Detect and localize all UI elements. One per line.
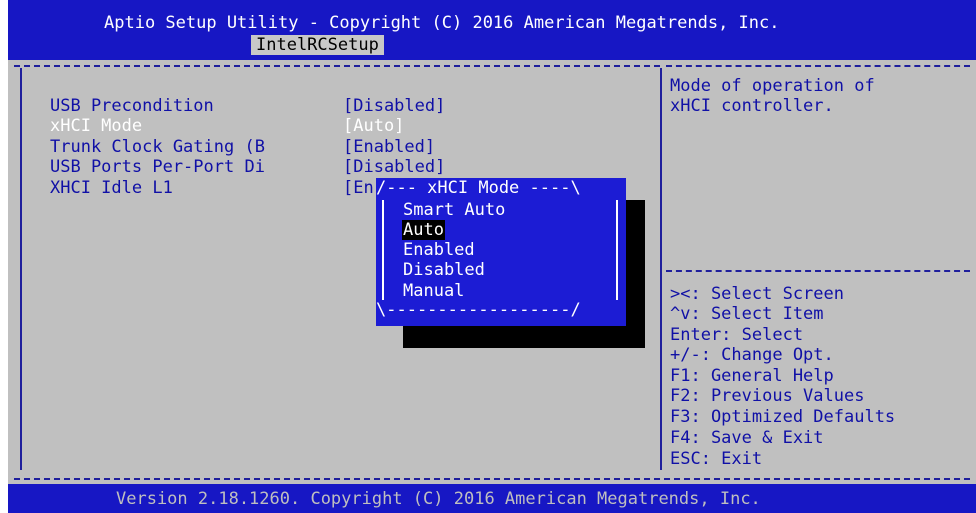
setting-usb-precondition-value[interactable]: [Disabled] bbox=[343, 96, 445, 116]
key-hint-save-exit: F4: Save & Exit bbox=[670, 428, 824, 448]
setting-usb-ports-per-port-label[interactable]: USB Ports Per-Port Di bbox=[50, 157, 265, 177]
popup-right-border bbox=[616, 200, 618, 300]
right-top-divider bbox=[666, 65, 970, 67]
setting-xhci-idle-l1-label[interactable]: XHCI Idle L1 bbox=[50, 178, 173, 198]
key-hint-change-opt: +/-: Change Opt. bbox=[670, 345, 834, 365]
popup-option-manual[interactable]: Manual bbox=[402, 281, 465, 301]
left-top-divider bbox=[14, 65, 660, 67]
help-divider bbox=[666, 270, 970, 272]
status-bar: Version 2.18.1260. Copyright (C) 2016 Am… bbox=[8, 484, 976, 513]
key-hint-select-screen: ><: Select Screen bbox=[670, 284, 844, 304]
popup-option-auto[interactable]: Auto bbox=[402, 220, 445, 240]
popup-option-disabled[interactable]: Disabled bbox=[402, 260, 486, 280]
popup-bottom-border: \------------------/ bbox=[376, 300, 581, 320]
version-footer: Version 2.18.1260. Copyright (C) 2016 Am… bbox=[116, 489, 761, 509]
help-description: Mode of operation of xHCI controller. bbox=[670, 76, 875, 116]
setting-trunk-clock-gating-label[interactable]: Trunk Clock Gating (B bbox=[50, 137, 265, 157]
key-hint-exit: ESC: Exit bbox=[670, 449, 763, 469]
xhci-mode-popup: /--- xHCI Mode ----\ Smart Auto Auto Ena… bbox=[376, 178, 626, 326]
setting-trunk-clock-gating-value[interactable]: [Enabled] bbox=[343, 137, 435, 157]
key-hint-enter: Enter: Select bbox=[670, 325, 804, 345]
popup-left-border bbox=[382, 200, 384, 300]
key-hint-optimized-defaults: F3: Optimized Defaults bbox=[670, 407, 896, 427]
center-frame-line bbox=[660, 68, 662, 470]
key-hint-general-help: F1: General Help bbox=[670, 366, 834, 386]
tab-intelrcsetup[interactable]: IntelRCSetup bbox=[251, 35, 384, 55]
setting-xhci-idle-l1-value[interactable]: [En bbox=[343, 178, 374, 198]
key-hint-select-item: ^v: Select Item bbox=[670, 304, 824, 324]
window-title: Aptio Setup Utility - Copyright (C) 2016… bbox=[104, 13, 780, 33]
setting-usb-precondition-label[interactable]: USB Precondition bbox=[50, 96, 214, 116]
setting-xhci-mode-label[interactable]: xHCI Mode bbox=[50, 116, 142, 136]
popup-option-smart-auto[interactable]: Smart Auto bbox=[402, 200, 506, 220]
title-bar: Aptio Setup Utility - Copyright (C) 2016… bbox=[8, 0, 976, 60]
popup-title: /--- xHCI Mode ----\ bbox=[376, 178, 581, 198]
bottom-divider bbox=[14, 478, 970, 480]
popup-option-enabled[interactable]: Enabled bbox=[402, 240, 476, 260]
left-frame-line bbox=[20, 68, 22, 470]
key-hint-previous-values: F2: Previous Values bbox=[670, 386, 865, 406]
setting-xhci-mode-value[interactable]: [Auto] bbox=[343, 116, 404, 136]
setting-usb-ports-per-port-value[interactable]: [Disabled] bbox=[343, 157, 445, 177]
